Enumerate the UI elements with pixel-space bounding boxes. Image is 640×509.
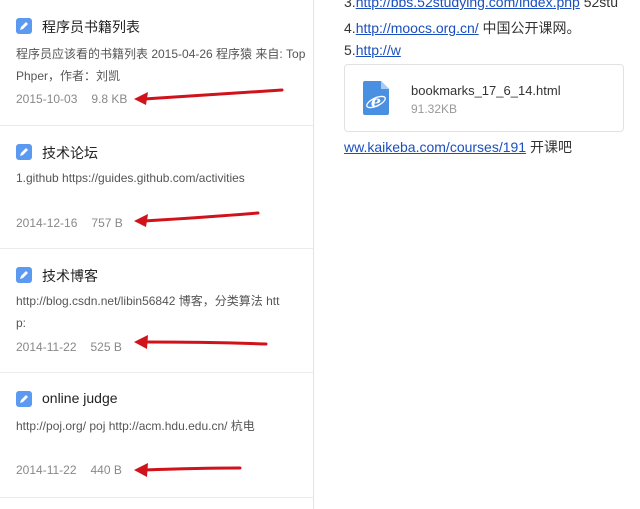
line-number: 3. <box>344 0 356 10</box>
note-meta: 2014-11-22 440 B <box>16 463 122 477</box>
note-title: 技术论坛 <box>42 145 98 161</box>
note-icon <box>16 391 32 407</box>
red-arrow-annotation <box>134 211 260 227</box>
note-date: 2014-11-22 <box>16 340 77 354</box>
note-snippet: http://blog.csdn.net/libin56842 博客，分类算法 … <box>16 294 280 330</box>
note-card-3[interactable]: 技术博客 http://blog.csdn.net/libin56842 博客，… <box>0 248 313 373</box>
ie-html-file-icon: e <box>363 81 389 115</box>
editor-line-6: ww.kaikeba.com/courses/191 开课吧 <box>344 137 572 157</box>
editor-line-5: 5.http://w <box>344 42 401 58</box>
line-number: 5. <box>344 42 356 58</box>
note-snippet: 1.github https://guides.github.com/activ… <box>16 171 245 185</box>
note-snippet: 程序员应该看的书籍列表 2015-04-26 程序猿 来自: TopPhper，… <box>16 47 306 83</box>
attachment-filename: bookmarks_17_6_14.html <box>411 83 561 98</box>
note-title: 程序员书籍列表 <box>42 19 140 35</box>
note-size: 9.8 KB <box>91 92 128 106</box>
note-editor: 3.http://bbs.52studying.com/index.php 52… <box>314 0 640 509</box>
note-title: online judge <box>42 390 118 406</box>
red-arrow-annotation <box>134 463 242 477</box>
note-meta: 2015-10-03 9.8 KB <box>16 92 127 106</box>
note-date: 2015-10-03 <box>16 92 78 106</box>
line-text: 52stu <box>579 0 618 10</box>
note-snippet: http://poj.org/ poj http://acm.hdu.edu.c… <box>16 419 255 433</box>
note-date: 2014-11-22 <box>16 463 77 477</box>
editor-line-4: 4.http://moocs.org.cn/ 中国公开课网。 <box>344 18 581 38</box>
line-number: 4. <box>344 20 356 36</box>
note-card-2[interactable]: 技术论坛 1.github https://guides.github.com/… <box>0 125 313 249</box>
line-text: 中国公开课网。 <box>478 20 581 36</box>
link-moocs[interactable]: http://moocs.org.cn/ <box>356 20 479 36</box>
editor-line-3: 3.http://bbs.52studying.com/index.php 52… <box>344 0 618 10</box>
note-meta: 2014-11-22 525 B <box>16 340 122 354</box>
link-kaikeba[interactable]: ww.kaikeba.com/courses/191 <box>344 139 526 155</box>
attachment-card[interactable]: e bookmarks_17_6_14.html 91.32KB <box>344 64 624 132</box>
svg-text:e: e <box>371 92 381 111</box>
note-size: 757 B <box>91 216 123 230</box>
note-icon <box>16 18 32 34</box>
note-card-4[interactable]: online judge http://poj.org/ poj http://… <box>0 372 313 498</box>
note-date: 2014-12-16 <box>16 216 78 230</box>
note-title: 技术博客 <box>42 268 98 284</box>
note-icon <box>16 267 32 283</box>
note-icon <box>16 144 32 160</box>
note-card-1[interactable]: 程序员书籍列表 程序员应该看的书籍列表 2015-04-26 程序猿 来自: T… <box>0 0 313 126</box>
attachment-size: 91.32KB <box>411 102 458 116</box>
note-meta: 2014-12-16 757 B <box>16 216 123 230</box>
link-52studying[interactable]: http://bbs.52studying.com/index.php <box>356 0 580 10</box>
note-size: 440 B <box>90 463 122 477</box>
red-arrow-annotation <box>134 88 284 105</box>
red-arrow-annotation <box>134 335 268 349</box>
line-text: 开课吧 <box>526 139 572 155</box>
link-partial[interactable]: http://w <box>356 42 401 58</box>
note-list: 程序员书籍列表 程序员应该看的书籍列表 2015-04-26 程序猿 来自: T… <box>0 0 314 509</box>
note-size: 525 B <box>90 340 122 354</box>
